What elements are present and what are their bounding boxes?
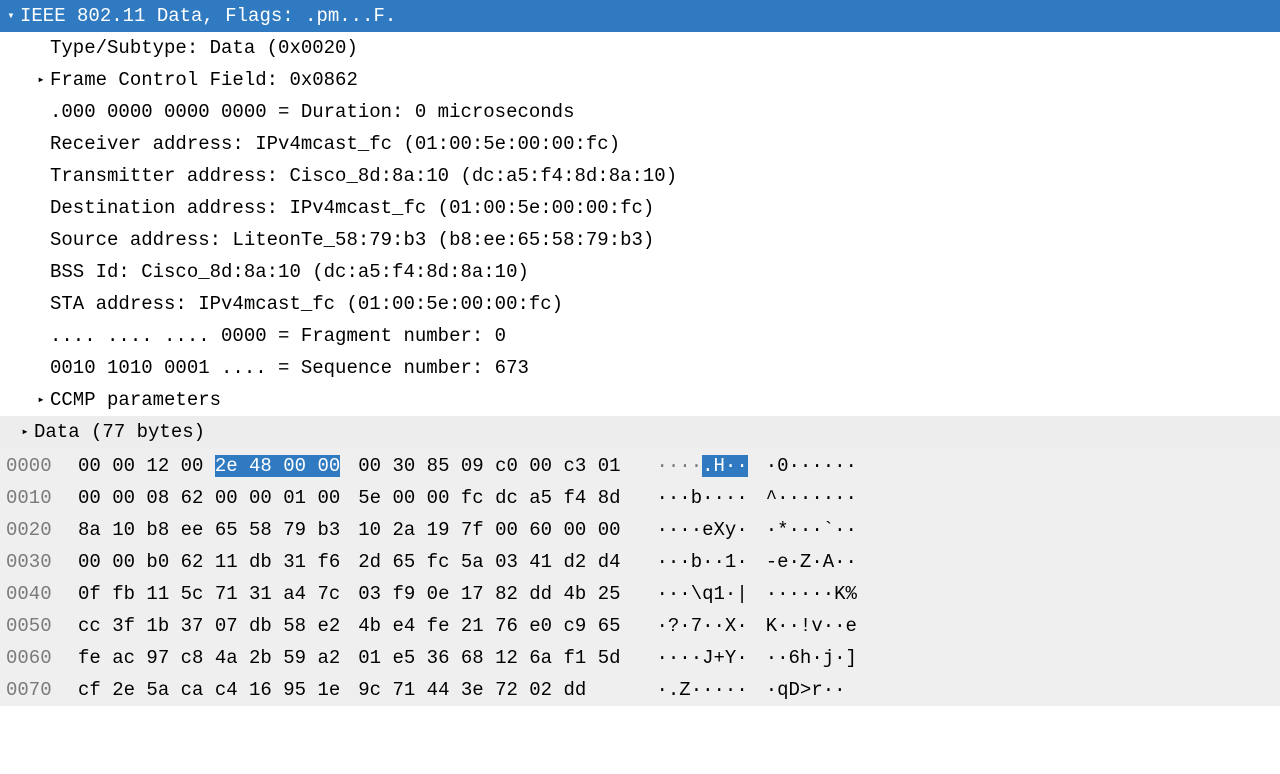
hex-ascii-2: K··!v··e <box>766 610 857 642</box>
tree-field-sta[interactable]: STA address: IPv4mcast_fc (01:00:5e:00:0… <box>0 288 1280 320</box>
hex-offset: 0020 <box>6 514 78 546</box>
hex-bytes-2[interactable]: 9c 71 44 3e 72 02 dd <box>358 674 620 706</box>
hex-offset: 0010 <box>6 482 78 514</box>
tree-header-data[interactable]: Data (77 bytes) <box>0 416 1280 448</box>
hex-row[interactable]: 0060 fe ac 97 c8 4a 2b 59 a2 01 e5 36 68… <box>0 642 1280 674</box>
hex-dump-pane[interactable]: 0000 00 00 12 00 2e 48 00 00 00 30 85 09… <box>0 448 1280 706</box>
hex-ascii-2: ·*···`·· <box>766 514 857 546</box>
field-label: STA address: IPv4mcast_fc (01:00:5e:00:0… <box>50 288 563 320</box>
hex-selected-bytes[interactable]: 2e 48 00 00 <box>215 455 340 477</box>
tree-field-bssid[interactable]: BSS Id: Cisco_8d:8a:10 (dc:a5:f4:8d:8a:1… <box>0 256 1280 288</box>
hex-ascii-2: ^······· <box>766 482 857 514</box>
tree-field-source[interactable]: Source address: LiteonTe_58:79:b3 (b8:ee… <box>0 224 1280 256</box>
hex-row[interactable]: 0020 8a 10 b8 ee 65 58 79 b3 10 2a 19 7f… <box>0 514 1280 546</box>
hex-ascii-1: ····.H·· <box>657 450 748 482</box>
hex-ascii-1: ·?·7··X· <box>657 610 748 642</box>
hex-bytes-1[interactable]: 00 00 08 62 00 00 01 00 <box>78 482 340 514</box>
tree-field-type-subtype[interactable]: Type/Subtype: Data (0x0020) <box>0 32 1280 64</box>
field-label: .... .... .... 0000 = Fragment number: 0 <box>50 320 506 352</box>
hex-ascii-1: ····J+Y· <box>657 642 748 674</box>
hex-bytes-2[interactable]: 10 2a 19 7f 00 60 00 00 <box>358 514 620 546</box>
hex-ascii-1: ···b··1· <box>657 546 748 578</box>
hex-bytes-2[interactable]: 5e 00 00 fc dc a5 f4 8d <box>358 482 620 514</box>
field-label: Frame Control Field: 0x0862 <box>50 64 358 96</box>
chevron-right-icon[interactable] <box>34 64 48 96</box>
hex-bytes-1[interactable]: 8a 10 b8 ee 65 58 79 b3 <box>78 514 340 546</box>
hex-bytes-1[interactable]: 00 00 b0 62 11 db 31 f6 <box>78 546 340 578</box>
hex-ascii-2: ·qD>r·· <box>766 674 857 706</box>
tree-field-ccmp[interactable]: CCMP parameters <box>0 384 1280 416</box>
field-label: Destination address: IPv4mcast_fc (01:00… <box>50 192 654 224</box>
field-label: Transmitter address: Cisco_8d:8a:10 (dc:… <box>50 160 677 192</box>
chevron-right-icon[interactable] <box>18 416 32 448</box>
hex-ascii-1: ···\q1·| <box>657 578 748 610</box>
field-label: CCMP parameters <box>50 384 221 416</box>
tree-field-fragment[interactable]: .... .... .... 0000 = Fragment number: 0 <box>0 320 1280 352</box>
tree-field-frame-control[interactable]: Frame Control Field: 0x0862 <box>0 64 1280 96</box>
field-label: Source address: LiteonTe_58:79:b3 (b8:ee… <box>50 224 654 256</box>
tree-header-ieee80211[interactable]: IEEE 802.11 Data, Flags: .pm...F. <box>0 0 1280 32</box>
hex-offset: 0050 <box>6 610 78 642</box>
hex-row[interactable]: 0030 00 00 b0 62 11 db 31 f6 2d 65 fc 5a… <box>0 546 1280 578</box>
tree-field-receiver[interactable]: Receiver address: IPv4mcast_fc (01:00:5e… <box>0 128 1280 160</box>
hex-ascii-2: -e·Z·A·· <box>766 546 857 578</box>
hex-bytes-1[interactable]: fe ac 97 c8 4a 2b 59 a2 <box>78 642 340 674</box>
field-label: Data (77 bytes) <box>34 416 205 448</box>
hex-offset: 0040 <box>6 578 78 610</box>
packet-details-tree: IEEE 802.11 Data, Flags: .pm...F. Type/S… <box>0 0 1280 448</box>
hex-ascii-1: ····eXy· <box>657 514 748 546</box>
hex-bytes-1[interactable]: 00 00 12 00 2e 48 00 00 <box>78 450 340 482</box>
tree-header-label: IEEE 802.11 Data, Flags: .pm...F. <box>20 0 396 32</box>
hex-row[interactable]: 0070 cf 2e 5a ca c4 16 95 1e 9c 71 44 3e… <box>0 674 1280 706</box>
tree-field-sequence[interactable]: 0010 1010 0001 .... = Sequence number: 6… <box>0 352 1280 384</box>
hex-offset: 0060 <box>6 642 78 674</box>
field-label: .000 0000 0000 0000 = Duration: 0 micros… <box>50 96 575 128</box>
chevron-right-icon[interactable] <box>34 384 48 416</box>
hex-bytes-2[interactable]: 2d 65 fc 5a 03 41 d2 d4 <box>358 546 620 578</box>
hex-bytes-2[interactable]: 4b e4 fe 21 76 e0 c9 65 <box>358 610 620 642</box>
hex-row[interactable]: 0010 00 00 08 62 00 00 01 00 5e 00 00 fc… <box>0 482 1280 514</box>
chevron-down-icon[interactable] <box>4 0 18 32</box>
hex-ascii-2: ··6h·j·] <box>766 642 857 674</box>
hex-row[interactable]: 0040 0f fb 11 5c 71 31 a4 7c 03 f9 0e 17… <box>0 578 1280 610</box>
hex-ascii-2: ······K% <box>766 578 857 610</box>
hex-offset: 0070 <box>6 674 78 706</box>
hex-bytes-2[interactable]: 03 f9 0e 17 82 dd 4b 25 <box>358 578 620 610</box>
hex-offset: 0030 <box>6 546 78 578</box>
hex-bytes-1[interactable]: cf 2e 5a ca c4 16 95 1e <box>78 674 340 706</box>
tree-field-transmitter[interactable]: Transmitter address: Cisco_8d:8a:10 (dc:… <box>0 160 1280 192</box>
tree-field-duration[interactable]: .000 0000 0000 0000 = Duration: 0 micros… <box>0 96 1280 128</box>
hex-row[interactable]: 0000 00 00 12 00 2e 48 00 00 00 30 85 09… <box>0 450 1280 482</box>
hex-row[interactable]: 0050 cc 3f 1b 37 07 db 58 e2 4b e4 fe 21… <box>0 610 1280 642</box>
field-label: 0010 1010 0001 .... = Sequence number: 6… <box>50 352 529 384</box>
hex-bytes-1[interactable]: 0f fb 11 5c 71 31 a4 7c <box>78 578 340 610</box>
hex-bytes-2[interactable]: 00 30 85 09 c0 00 c3 01 <box>358 450 620 482</box>
hex-bytes-2[interactable]: 01 e5 36 68 12 6a f1 5d <box>358 642 620 674</box>
field-label: Receiver address: IPv4mcast_fc (01:00:5e… <box>50 128 620 160</box>
hex-ascii-2: ·0······ <box>766 450 857 482</box>
hex-ascii-1: ···b···· <box>657 482 748 514</box>
field-label: BSS Id: Cisco_8d:8a:10 (dc:a5:f4:8d:8a:1… <box>50 256 529 288</box>
hex-ascii-1: ·.Z····· <box>657 674 748 706</box>
hex-offset: 0000 <box>6 450 78 482</box>
field-label: Type/Subtype: Data (0x0020) <box>50 32 358 64</box>
tree-field-destination[interactable]: Destination address: IPv4mcast_fc (01:00… <box>0 192 1280 224</box>
hex-bytes-1[interactable]: cc 3f 1b 37 07 db 58 e2 <box>78 610 340 642</box>
